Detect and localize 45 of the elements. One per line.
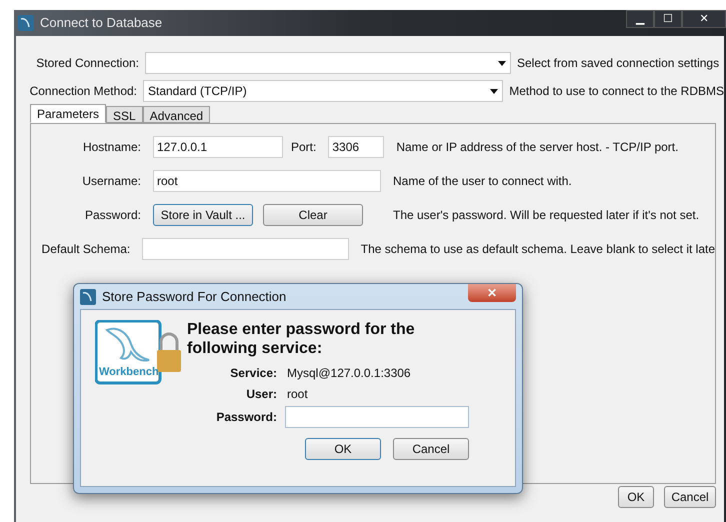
window-title: Connect to Database [40, 14, 162, 32]
input-field[interactable]: root [153, 170, 381, 192]
maximize-button[interactable]: ☐ [654, 10, 682, 28]
input-field[interactable]: 127.0.0.1 [153, 136, 283, 158]
tab[interactable]: SSL [106, 106, 143, 123]
field-label: Default Schema: [40, 241, 130, 258]
dialog-heading: Please enter password for the following service: [187, 320, 416, 358]
app-icon [18, 15, 34, 31]
field-label: Username: [81, 173, 141, 190]
action-button[interactable]: Cancel [664, 486, 716, 508]
input-field[interactable]: 3306 [328, 136, 384, 158]
dialog-title: Store Password For Connection [102, 288, 286, 306]
dropdown-field[interactable] [145, 52, 511, 74]
hint-text: Method to use to connect to the RDBMS [509, 83, 724, 100]
field-value: Mysql@127.0.0.1:3306 [287, 364, 411, 382]
field-label: Password: [84, 207, 141, 224]
field-label: Hostname: [82, 139, 141, 156]
dropdown-field[interactable]: Standard (TCP/IP) [143, 80, 504, 102]
password-field[interactable] [285, 406, 469, 428]
action-button[interactable]: OK [618, 486, 654, 508]
field-label: Stored Connection: [35, 55, 139, 72]
hint-text: Name of the user to connect with. [393, 173, 572, 190]
action-button[interactable]: Store in Vault ... [153, 204, 253, 226]
hint-text: The schema to use as default schema. Leave blank to select it late [360, 241, 715, 258]
caret-icon [490, 88, 498, 94]
action-button[interactable]: Cancel [393, 438, 469, 460]
action-button[interactable]: Clear [263, 204, 363, 226]
app-icon [80, 288, 96, 304]
input-field[interactable] [142, 238, 349, 260]
tab[interactable]: Parameters [30, 104, 106, 123]
field-label: Service: [229, 364, 277, 382]
caret-icon [498, 60, 506, 66]
hint-text: The user's password. Will be requested later if it's not set. [393, 207, 700, 224]
minimize-button[interactable]: ▁ [626, 10, 654, 28]
field-label: Connection Method: [28, 83, 137, 100]
field-label: Port: [291, 139, 316, 156]
hint-text: Select from saved connection settings [517, 55, 720, 72]
field-label: User: [245, 386, 277, 402]
hint-text: Name or IP address of the server host. - TCP/IP port. [396, 139, 678, 156]
field-label: Password: [215, 409, 277, 426]
close-button[interactable]: ✕ [682, 10, 726, 28]
tab[interactable]: Advanced [142, 106, 210, 123]
logo-text: Workbench [99, 365, 159, 380]
field-value: root [287, 386, 308, 402]
action-button[interactable]: OK [305, 438, 381, 460]
